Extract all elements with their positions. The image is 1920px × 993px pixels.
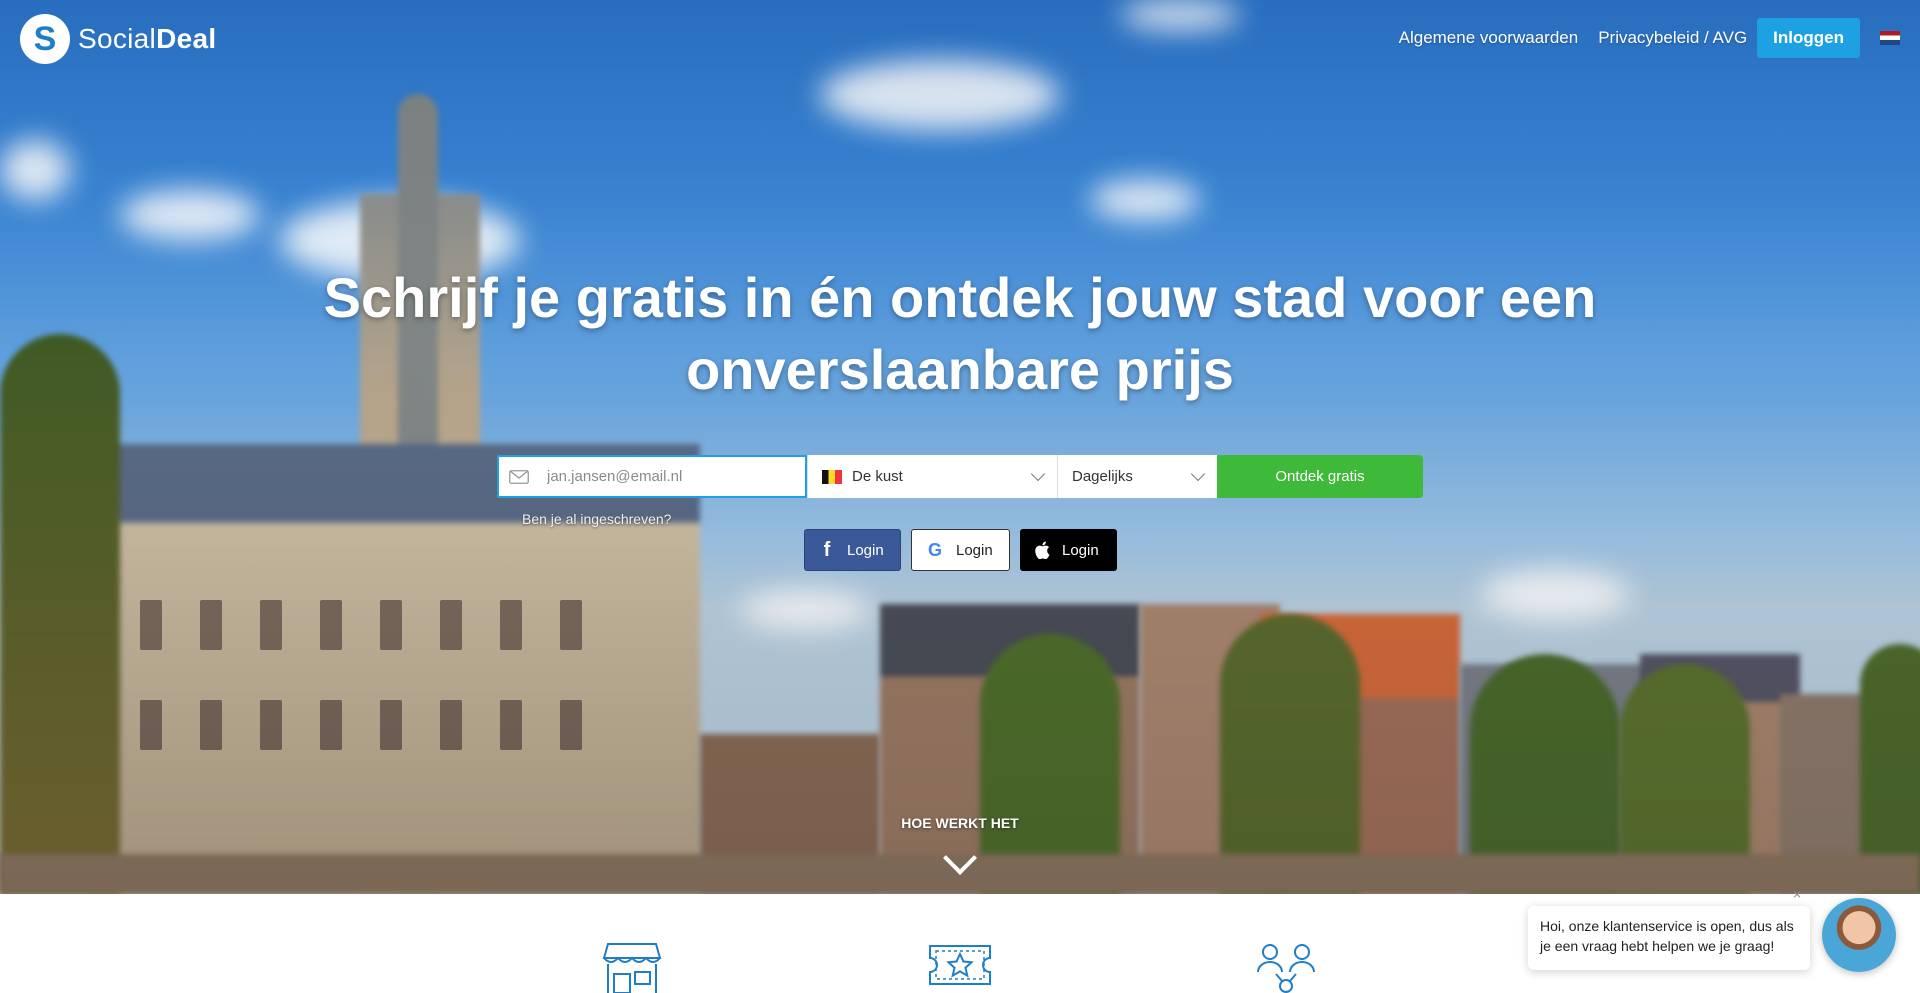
nl-flag-icon[interactable] — [1880, 31, 1900, 45]
nav-link-terms[interactable]: Algemene voorwaarden — [1399, 28, 1579, 48]
hero-background — [0, 0, 1920, 894]
already-subscribed-link[interactable]: Ben je al ingeschreven? — [522, 511, 671, 527]
envelope-icon — [509, 469, 529, 484]
how-it-works-link[interactable]: HOE WERKT HET — [860, 815, 1060, 831]
people-network-icon — [1257, 944, 1315, 993]
frequency-select[interactable]: Dagelijks — [1057, 455, 1217, 498]
site-logo[interactable]: S SocialDeal — [20, 14, 216, 64]
chat-bubble[interactable]: Hoi, onze klantenservice is open, dus al… — [1528, 906, 1810, 970]
discover-free-button[interactable]: Ontdek gratis — [1217, 455, 1423, 498]
city-select-value: De kust — [852, 468, 903, 485]
facebook-icon: f — [823, 538, 831, 561]
facebook-login-label: Login — [847, 541, 884, 559]
chevron-down-icon — [1190, 466, 1206, 482]
chat-agent-avatar[interactable] — [1822, 898, 1896, 972]
be-flag-icon — [822, 469, 842, 484]
login-button[interactable]: Inloggen — [1757, 18, 1860, 58]
email-field[interactable] — [497, 455, 807, 498]
apple-login-button[interactable]: Login — [1020, 529, 1117, 571]
chat-message: Hoi, onze klantenservice is open, dus al… — [1540, 918, 1794, 954]
facebook-login-button[interactable]: f Login — [804, 529, 901, 571]
email-input[interactable] — [547, 468, 787, 485]
city-select[interactable]: De kust — [807, 455, 1057, 498]
logo-wordmark: SocialDeal — [78, 23, 217, 54]
nav-link-privacy[interactable]: Privacybeleid / AVG — [1598, 28, 1747, 48]
chat-close-button[interactable]: × — [1793, 886, 1801, 902]
top-navigation: Algemene voorwaarden Privacybeleid / AVG… — [1399, 18, 1900, 58]
google-icon: G — [927, 539, 942, 560]
google-login-label: Login — [956, 541, 993, 559]
shop-icon — [602, 943, 662, 993]
frequency-select-value: Dagelijks — [1072, 468, 1133, 485]
logo-mark-icon: S — [20, 14, 70, 64]
chevron-down-icon — [1030, 466, 1046, 482]
hero-headline: Schrijf je gratis in én ontdek jouw stad… — [323, 266, 1597, 401]
apple-login-label: Login — [1062, 541, 1099, 559]
apple-icon — [1035, 541, 1050, 559]
social-login-group: f Login G Login Login — [804, 529, 1117, 571]
google-login-button[interactable]: G Login — [911, 529, 1010, 571]
ticket-star-icon — [929, 945, 991, 985]
signup-form: De kust Dagelijks Ontdek gratis — [497, 455, 1423, 498]
